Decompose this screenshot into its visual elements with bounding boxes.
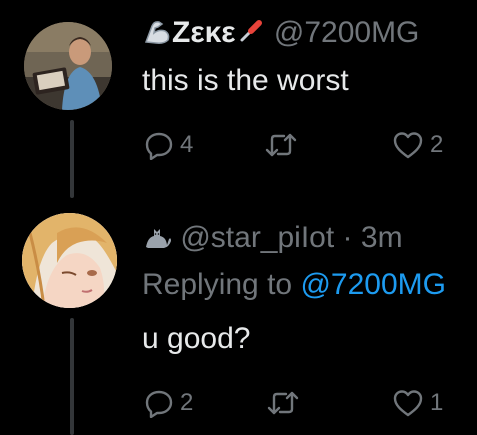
separator-dot: · xyxy=(342,221,353,254)
screwdriver-icon xyxy=(236,16,266,54)
heart-icon xyxy=(393,132,423,159)
handle[interactable]: @star_piIot xyxy=(180,221,334,254)
flexed-biceps-icon xyxy=(142,16,172,54)
like-count: 1 xyxy=(430,389,444,416)
reply-icon xyxy=(145,132,173,160)
reply-count: 4 xyxy=(180,131,194,158)
like-button[interactable]: 1 xyxy=(392,388,443,418)
reply-count: 2 xyxy=(180,389,194,416)
timestamp[interactable]: 3m xyxy=(361,221,403,254)
replying-to-label: Replying to xyxy=(142,268,293,301)
avatar-photo-illustration xyxy=(24,22,112,110)
reply-button[interactable]: 2 xyxy=(144,388,193,418)
thread-connector-line xyxy=(70,120,74,198)
reply-icon xyxy=(145,390,173,418)
replying-to-line: Replying to @7200MG xyxy=(142,268,446,302)
retweet-icon xyxy=(265,133,297,157)
heart-icon xyxy=(393,390,423,417)
avatar[interactable] xyxy=(24,22,112,110)
like-button[interactable]: 2 xyxy=(392,130,443,160)
thread-connector-line-bottom xyxy=(70,318,74,435)
reply-button[interactable]: 4 xyxy=(144,130,193,160)
like-count: 2 xyxy=(430,131,444,158)
tweet-text: u good? xyxy=(142,322,251,355)
retweet-icon xyxy=(267,391,299,415)
avatar[interactable] xyxy=(22,213,117,308)
black-cat-icon xyxy=(142,221,172,259)
display-name[interactable]: Zεκε xyxy=(172,16,236,49)
avatar-anime-illustration xyxy=(22,213,117,308)
tweet-actions: 2 1 xyxy=(144,388,474,422)
replying-to-link[interactable]: @7200MG xyxy=(300,268,446,301)
tweet-text: this is the worst xyxy=(142,64,349,97)
retweet-button[interactable] xyxy=(264,130,298,160)
handle[interactable]: @7200MG xyxy=(274,16,420,49)
tweet-header: Zεκε @7200MG xyxy=(142,16,419,54)
tweet-header: @star_piIot · 3m xyxy=(142,221,403,259)
tweet-actions: 4 2 xyxy=(144,130,474,164)
retweet-button[interactable] xyxy=(266,388,300,418)
